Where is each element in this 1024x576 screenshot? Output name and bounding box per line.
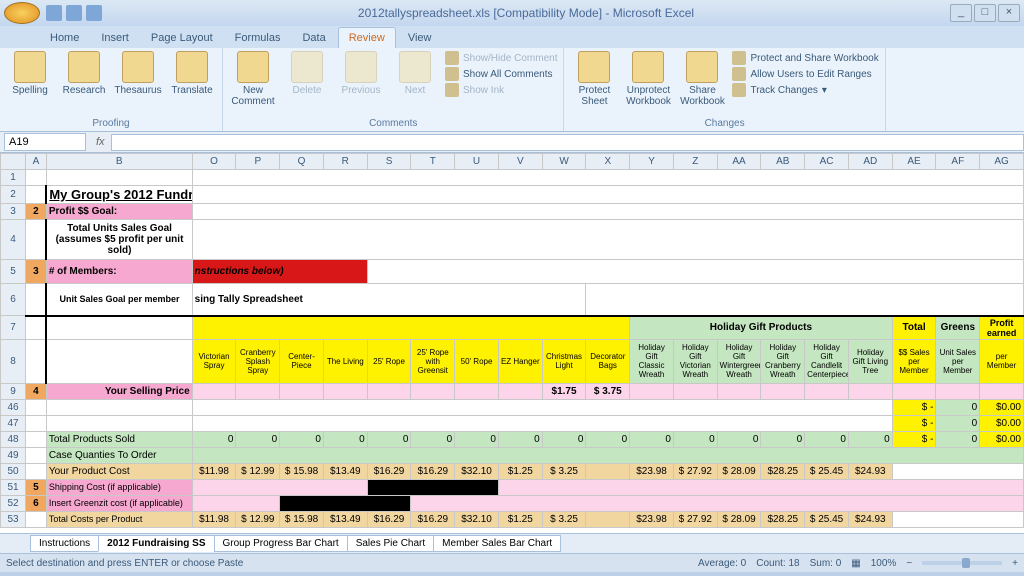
spreadsheet-grid[interactable]: AB OPQRSTUVWXYZAAABACADAEAFAG 1 2My Grou… bbox=[0, 153, 1024, 533]
formula-bar: fx bbox=[0, 132, 1024, 153]
status-average: Average: 0 bbox=[698, 558, 746, 569]
sheet-tab-group-progress[interactable]: Group Progress Bar Chart bbox=[214, 535, 348, 552]
sheet-tab-member-sales[interactable]: Member Sales Bar Chart bbox=[433, 535, 561, 552]
zoom-slider[interactable] bbox=[922, 561, 1002, 565]
profit-goal-label[interactable]: Profit $$ Goal: bbox=[46, 204, 192, 220]
ribbon: Spelling Research Thesaurus Translate Pr… bbox=[0, 48, 1024, 132]
close-button[interactable]: × bbox=[998, 4, 1020, 22]
holiday-header[interactable]: Holiday Gift Products bbox=[630, 316, 893, 340]
title-bar: 2012tallyspreadsheet.xls [Compatibility … bbox=[0, 0, 1024, 26]
undo-icon[interactable] bbox=[66, 5, 82, 21]
window-title: 2012tallyspreadsheet.xls [Compatibility … bbox=[102, 6, 950, 20]
sheet-tab-2012[interactable]: 2012 Fundraising SS bbox=[98, 535, 214, 552]
tab-page-layout[interactable]: Page Layout bbox=[141, 28, 223, 48]
selling-price-label[interactable]: Your Selling Price bbox=[46, 383, 192, 399]
view-normal-icon[interactable]: ▦ bbox=[851, 558, 860, 569]
redo-icon[interactable] bbox=[86, 5, 102, 21]
office-button[interactable] bbox=[4, 2, 40, 24]
ribbon-group-comments: New Comment Delete Previous Next Show/Hi… bbox=[223, 48, 564, 131]
sheet-tab-bar: Instructions 2012 Fundraising SS Group P… bbox=[0, 533, 1024, 553]
tab-insert[interactable]: Insert bbox=[91, 28, 139, 48]
thesaurus-button[interactable]: Thesaurus bbox=[114, 51, 162, 96]
share-workbook-button[interactable]: Share Workbook bbox=[678, 51, 726, 107]
tab-review[interactable]: Review bbox=[338, 27, 396, 48]
status-sum: Sum: 0 bbox=[810, 558, 842, 569]
next-comment-button[interactable]: Next bbox=[391, 51, 439, 96]
ribbon-group-changes: Protect Sheet Unprotect Workbook Share W… bbox=[564, 48, 885, 131]
allow-edit-ranges-button[interactable]: Allow Users to Edit Ranges bbox=[732, 67, 878, 81]
zoom-level[interactable]: 100% bbox=[871, 558, 897, 569]
big-title[interactable]: sing Tally Spreadsheet bbox=[192, 284, 586, 316]
quick-access-toolbar bbox=[46, 5, 102, 21]
tab-home[interactable]: Home bbox=[40, 28, 89, 48]
unprotect-workbook-button[interactable]: Unprotect Workbook bbox=[624, 51, 672, 107]
spelling-button[interactable]: Spelling bbox=[6, 51, 54, 96]
ribbon-tabs: Home Insert Page Layout Formulas Data Re… bbox=[0, 26, 1024, 48]
sheet-tab-sales-pie[interactable]: Sales Pie Chart bbox=[347, 535, 434, 552]
instructions-cell[interactable]: nstructions below) bbox=[192, 260, 367, 284]
show-ink-button[interactable]: Show Ink bbox=[445, 83, 557, 97]
new-comment-button[interactable]: New Comment bbox=[229, 51, 277, 107]
save-icon[interactable] bbox=[46, 5, 62, 21]
tab-view[interactable]: View bbox=[398, 28, 442, 48]
name-box[interactable] bbox=[4, 133, 86, 151]
restore-button[interactable]: □ bbox=[974, 4, 996, 22]
previous-comment-button[interactable]: Previous bbox=[337, 51, 385, 96]
status-bar: Select destination and press ENTER or ch… bbox=[0, 553, 1024, 572]
protect-sheet-button[interactable]: Protect Sheet bbox=[570, 51, 618, 107]
status-count: Count: 18 bbox=[756, 558, 799, 569]
research-button[interactable]: Research bbox=[60, 51, 108, 96]
delete-comment-button[interactable]: Delete bbox=[283, 51, 331, 96]
total-units-label[interactable]: Total Units Sales Goal (assumes $5 profi… bbox=[46, 220, 192, 260]
formula-input[interactable] bbox=[111, 134, 1024, 151]
tab-formulas[interactable]: Formulas bbox=[225, 28, 291, 48]
ribbon-group-proofing: Spelling Research Thesaurus Translate Pr… bbox=[0, 48, 223, 131]
minimize-button[interactable]: _ bbox=[950, 4, 972, 22]
track-changes-button[interactable]: Track Changes ▾ bbox=[732, 83, 878, 97]
members-label[interactable]: # of Members: bbox=[46, 260, 192, 284]
fx-icon[interactable]: fx bbox=[96, 136, 105, 148]
show-all-comments-button[interactable]: Show All Comments bbox=[445, 67, 557, 81]
sheet-tab-instructions[interactable]: Instructions bbox=[30, 535, 99, 552]
column-headers: AB OPQRSTUVWXYZAAABACADAEAFAG bbox=[1, 154, 1024, 170]
status-message: Select destination and press ENTER or ch… bbox=[6, 558, 698, 569]
translate-button[interactable]: Translate bbox=[168, 51, 216, 96]
tab-data[interactable]: Data bbox=[292, 28, 335, 48]
protect-share-button[interactable]: Protect and Share Workbook bbox=[732, 51, 878, 65]
title-cell[interactable]: My Group's 2012 Fundraising bbox=[46, 186, 192, 204]
show-hide-comment-button[interactable]: Show/Hide Comment bbox=[445, 51, 557, 65]
